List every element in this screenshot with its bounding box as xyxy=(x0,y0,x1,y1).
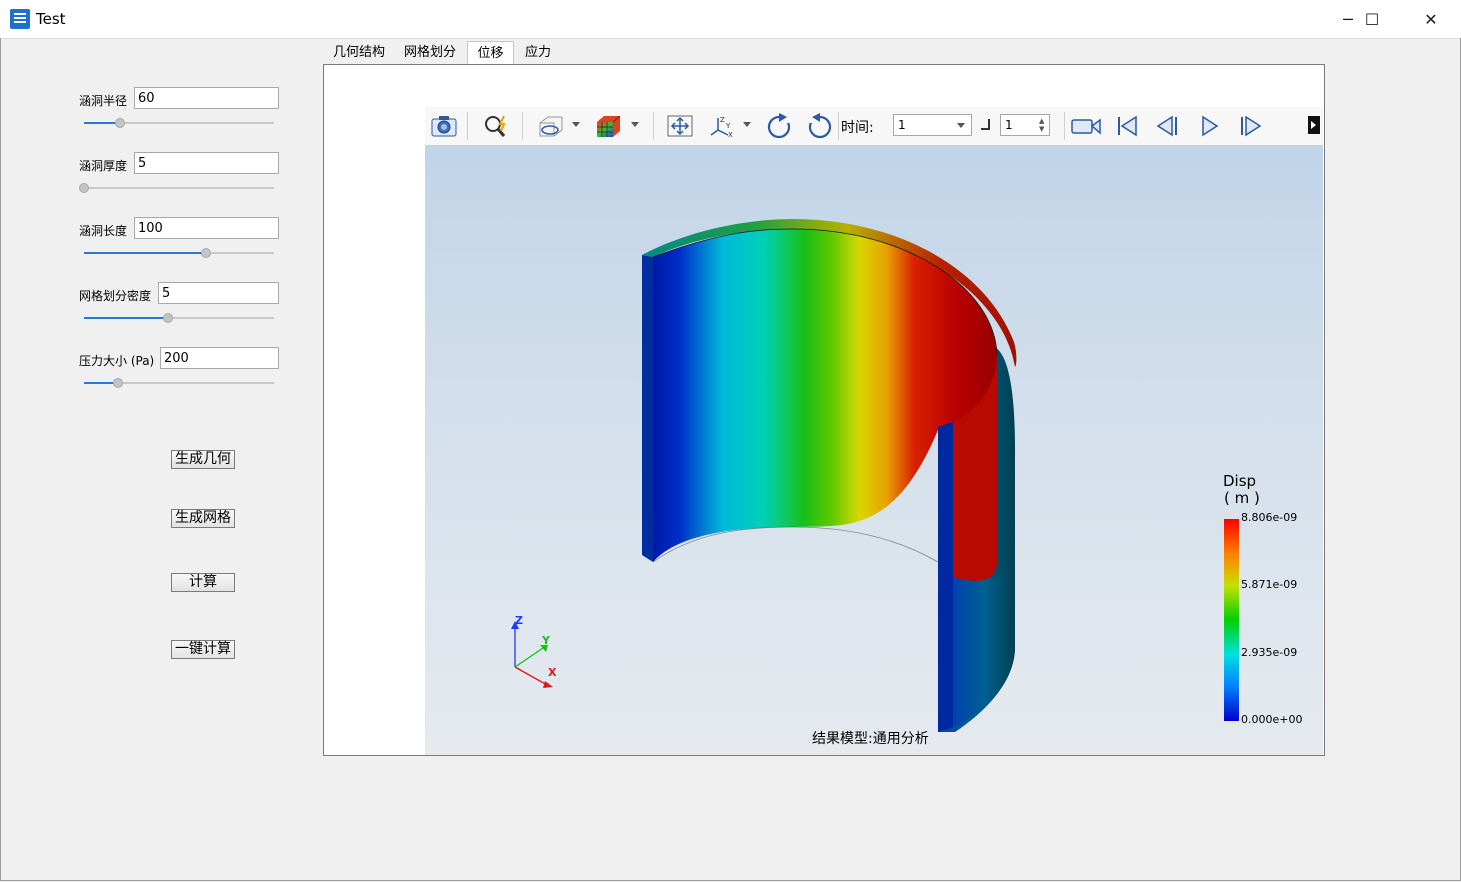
title-bar: Test ─ ☐ ✕ xyxy=(0,0,1461,39)
compute-button[interactable]: 计算 xyxy=(171,573,235,592)
one-click-compute-button[interactable]: 一键计算 xyxy=(171,640,235,659)
axis-y-label: Y xyxy=(541,634,551,647)
svg-text:Z: Z xyxy=(720,116,725,124)
maximize-button[interactable]: ☐ xyxy=(1349,0,1395,38)
rotate-cw-icon[interactable] xyxy=(763,110,795,142)
legend-tick: 2.935e-09 xyxy=(1241,646,1297,659)
chevron-down-icon xyxy=(957,123,965,128)
window-title: Test xyxy=(36,10,66,28)
tab-geometry[interactable]: 几何结构 xyxy=(326,41,392,64)
axis-z-label: Z xyxy=(515,614,523,627)
generate-mesh-button[interactable]: 生成网格 xyxy=(171,509,235,528)
svg-text:X: X xyxy=(728,131,733,138)
thickness-input[interactable] xyxy=(134,152,279,174)
slider-thumb[interactable] xyxy=(115,118,126,128)
axis-triad: Z Y X xyxy=(511,614,557,688)
mesh-display-icon[interactable] xyxy=(592,110,624,142)
legend-unit: ( m ) xyxy=(1224,489,1260,507)
tab-stress[interactable]: 应力 xyxy=(517,41,559,64)
pressure-input[interactable] xyxy=(160,347,279,369)
app-icon xyxy=(10,9,30,29)
play-icon[interactable] xyxy=(1193,110,1225,142)
mesh-density-input[interactable] xyxy=(158,282,279,304)
param-label-length: 涵洞长度 xyxy=(79,224,128,238)
rotate-ccw-icon[interactable] xyxy=(804,110,836,142)
close-button[interactable]: ✕ xyxy=(1408,0,1454,38)
result-model: Z Y X Disp ( m ) 8.806e-09 5.871e-09 2.9… xyxy=(511,219,1302,747)
tab-mesh[interactable]: 网格划分 xyxy=(396,41,464,64)
step-icon xyxy=(981,119,990,130)
param-label-thickness: 涵洞厚度 xyxy=(79,159,128,173)
length-slider[interactable] xyxy=(84,247,274,259)
param-label-radius: 涵洞半径 xyxy=(79,94,128,108)
step-spinbox[interactable]: 1 ▲ ▼ xyxy=(1000,114,1050,136)
step-value: 1 xyxy=(1005,118,1013,132)
legend-tick: 0.000e+00 xyxy=(1241,713,1302,726)
legend-title: Disp xyxy=(1223,472,1256,490)
time-label: 时间: xyxy=(841,120,874,136)
length-input[interactable] xyxy=(134,217,279,239)
chevron-down-icon[interactable] xyxy=(631,122,639,127)
legend-tick: 8.806e-09 xyxy=(1241,511,1297,524)
param-label-pressure: 压力大小 (Pa) xyxy=(79,354,155,368)
camera-icon[interactable] xyxy=(428,110,460,142)
axis-view-icon[interactable]: ZYX xyxy=(706,110,738,142)
spin-arrows-icon[interactable]: ▲ ▼ xyxy=(1039,117,1044,133)
next-frame-icon[interactable] xyxy=(1234,110,1266,142)
previous-frame-icon[interactable] xyxy=(1152,110,1184,142)
time-select[interactable]: 1 xyxy=(893,114,972,136)
toolbar-overflow-icon[interactable] xyxy=(1308,116,1320,134)
axis-x-label: X xyxy=(548,666,557,679)
radius-input[interactable] xyxy=(134,87,279,109)
3d-viewport[interactable]: Z Y X Disp ( m ) 8.806e-09 5.871e-09 2.9… xyxy=(425,107,1323,755)
legend-tick: 5.871e-09 xyxy=(1241,578,1297,591)
section-view-icon[interactable] xyxy=(534,110,566,142)
thickness-slider[interactable] xyxy=(79,182,274,194)
chevron-down-icon[interactable] xyxy=(743,122,751,127)
fit-view-icon[interactable] xyxy=(664,110,696,142)
param-label-mesh-density: 网格划分密度 xyxy=(79,289,152,303)
svg-text:Y: Y xyxy=(725,122,731,130)
mesh-density-slider[interactable] xyxy=(84,312,274,324)
time-select-value: 1 xyxy=(898,118,906,132)
chevron-down-icon[interactable] xyxy=(572,122,580,127)
generate-geometry-button[interactable]: 生成几何 xyxy=(171,450,235,469)
pressure-slider[interactable] xyxy=(84,377,274,389)
tab-displacement[interactable]: 位移 xyxy=(467,41,514,64)
model-caption: 结果模型:通用分析 xyxy=(812,731,929,747)
record-video-icon[interactable] xyxy=(1070,110,1102,142)
slider-thumb[interactable] xyxy=(162,313,173,323)
slider-thumb[interactable] xyxy=(113,378,124,388)
radius-slider[interactable] xyxy=(84,117,274,129)
slider-thumb[interactable] xyxy=(79,183,89,193)
zoom-icon[interactable] xyxy=(480,110,512,142)
color-legend: Disp ( m ) 8.806e-09 5.871e-09 2.935e-09… xyxy=(1223,472,1302,726)
first-frame-icon[interactable] xyxy=(1111,110,1143,142)
slider-thumb[interactable] xyxy=(200,248,211,258)
legend-colorbar xyxy=(1224,519,1239,721)
